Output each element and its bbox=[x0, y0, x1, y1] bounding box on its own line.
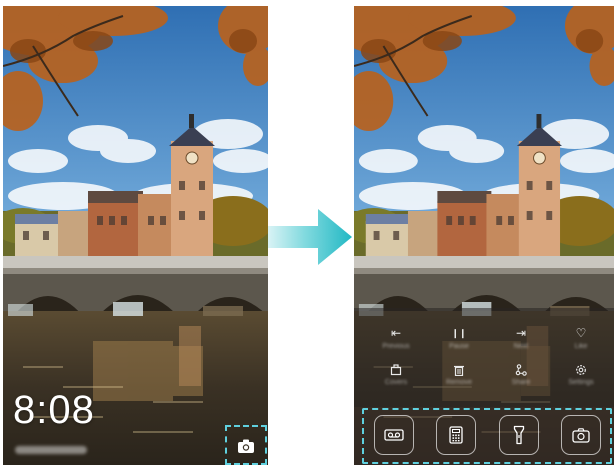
next-button[interactable]: ⇥ Next bbox=[496, 326, 546, 350]
like-button[interactable]: ♡ Like bbox=[556, 326, 606, 350]
like-label: Like bbox=[574, 343, 588, 350]
pause-button[interactable]: ❙❙ Pause bbox=[434, 326, 484, 350]
pause-icon: ❙❙ bbox=[451, 328, 467, 338]
share-button[interactable]: Share bbox=[496, 364, 546, 386]
arrow-right-icon bbox=[268, 209, 352, 265]
lock-screen-clock: 8:08 bbox=[13, 388, 95, 432]
settings-label: Settings bbox=[568, 379, 594, 386]
remove-label: Remove bbox=[445, 379, 473, 386]
share-icon bbox=[515, 364, 527, 376]
music-control-panel bbox=[354, 308, 614, 407]
lock-screen-date bbox=[15, 446, 87, 454]
pause-label: Pause bbox=[449, 343, 469, 350]
previous-icon: ⇤ bbox=[390, 326, 402, 340]
shortcut-bar-highlight bbox=[362, 408, 612, 464]
next-label: Next bbox=[513, 343, 529, 350]
remove-button[interactable]: Remove bbox=[434, 364, 484, 386]
covers-icon bbox=[390, 364, 402, 376]
next-icon: ⇥ bbox=[515, 326, 527, 340]
covers-label: Covers bbox=[384, 379, 408, 386]
magazine-unlock-phone: ⇤ Previous ❙❙ Pause ⇥ Next ♡ Like Covers… bbox=[354, 6, 614, 465]
covers-button[interactable]: Covers bbox=[371, 364, 421, 386]
settings-icon bbox=[576, 365, 586, 375]
share-label: Share bbox=[511, 379, 531, 386]
lock-screen-phone: 8:08 bbox=[3, 6, 268, 465]
previous-button[interactable]: ⇤ Previous bbox=[371, 326, 421, 350]
camera-icon[interactable] bbox=[237, 438, 255, 454]
like-icon: ♡ bbox=[575, 326, 587, 340]
previous-label: Previous bbox=[382, 343, 410, 350]
trash-icon bbox=[454, 365, 464, 376]
settings-button[interactable]: Settings bbox=[556, 364, 606, 386]
